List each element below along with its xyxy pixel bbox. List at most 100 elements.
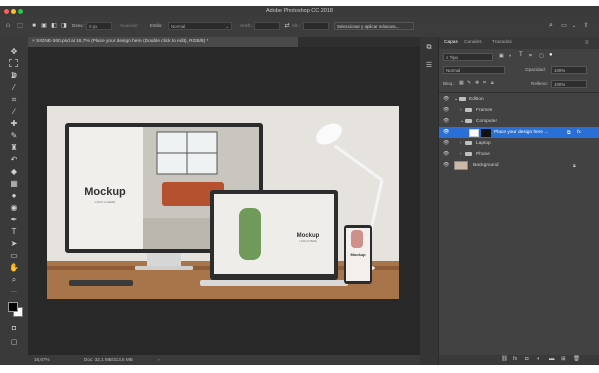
- dodge-tool-icon[interactable]: ◉: [8, 202, 20, 214]
- filter-pixel-icon[interactable]: ▣: [499, 53, 504, 59]
- feather-input[interactable]: 0 px: [86, 22, 112, 30]
- move-tool-icon[interactable]: ✥: [8, 46, 20, 58]
- intersect-selection-icon[interactable]: ◨: [60, 22, 68, 30]
- crop-tool-icon[interactable]: ⌗: [8, 94, 20, 106]
- opacity-input[interactable]: 100%: [551, 66, 587, 74]
- visibility-eye-icon[interactable]: 👁︎: [443, 96, 449, 102]
- height-input[interactable]: [303, 22, 329, 30]
- marquee-tool-icon[interactable]: ⬚: [16, 22, 24, 30]
- history-brush-icon[interactable]: ↶: [8, 154, 20, 166]
- layer-row-selected[interactable]: 👁︎ Place your design here ... ⧉ fx: [439, 127, 599, 138]
- disclosure-closed-icon[interactable]: ›: [460, 108, 462, 113]
- layer-name: Background: [473, 162, 499, 168]
- fill-input[interactable]: 100%: [551, 80, 587, 88]
- more-tools-icon[interactable]: ···: [8, 286, 20, 298]
- blur-tool-icon[interactable]: ●: [8, 190, 20, 202]
- healing-brush-icon[interactable]: ✚: [8, 118, 20, 130]
- blend-mode-select[interactable]: Normal: [443, 66, 505, 74]
- lock-label: Bloq.:: [443, 81, 455, 86]
- subtract-selection-icon[interactable]: ◧: [50, 22, 58, 30]
- panel-menu-icon[interactable]: ≡: [585, 40, 589, 46]
- select-and-mask-button[interactable]: Seleccionar y aplicar máscara...: [334, 22, 414, 30]
- link-layers-icon[interactable]: ⛓︎: [501, 356, 508, 362]
- delete-layer-icon[interactable]: 🗑︎: [573, 356, 580, 362]
- lock-all-icon[interactable]: 🔒︎: [491, 80, 494, 86]
- rectangle-tool-icon[interactable]: ▭: [8, 250, 20, 262]
- search-icon[interactable]: ⌕: [547, 22, 555, 30]
- layer-row[interactable]: 👁︎ Background 🔒︎: [439, 160, 599, 171]
- lasso-tool-icon[interactable]: ↇ: [8, 70, 20, 82]
- layer-row[interactable]: 👁︎ ⌄ Computer: [439, 116, 599, 127]
- canvas-area[interactable]: Mockup LOGO & HERE Mockup LOGO & HERE Mo…: [28, 47, 420, 355]
- lock-pixels-icon[interactable]: ✎: [467, 80, 471, 86]
- disclosure-open-icon[interactable]: ⌄: [454, 97, 458, 102]
- history-panel-icon[interactable]: ⧉: [424, 43, 434, 53]
- add-selection-icon[interactable]: ▣: [40, 22, 48, 30]
- document-canvas[interactable]: Mockup LOGO & HERE Mockup LOGO & HERE Mo…: [47, 106, 399, 299]
- disclosure-closed-icon[interactable]: ›: [460, 141, 462, 146]
- magic-wand-icon[interactable]: ⁄: [8, 82, 20, 94]
- properties-panel-icon[interactable]: ☰: [424, 61, 434, 71]
- swap-icon[interactable]: ⇄: [283, 22, 291, 30]
- zoom-level[interactable]: 16,67%: [34, 357, 50, 362]
- eraser-icon[interactable]: ◆: [8, 166, 20, 178]
- marquee-tool-icon[interactable]: [9, 59, 18, 67]
- type-tool-icon[interactable]: T: [8, 226, 20, 238]
- home-icon[interactable]: ⌂: [4, 22, 12, 30]
- tab-paths[interactable]: Trazados: [492, 40, 512, 45]
- brush-tool-icon[interactable]: ✎: [8, 130, 20, 142]
- visibility-eye-icon[interactable]: 👁︎: [443, 151, 449, 157]
- lock-transparent-icon[interactable]: ▦: [459, 80, 464, 86]
- disclosure-open-icon[interactable]: ⌄: [460, 119, 464, 124]
- clone-stamp-icon[interactable]: ♜: [8, 142, 20, 154]
- pen-tool-icon[interactable]: ✒: [8, 214, 20, 226]
- visibility-eye-icon[interactable]: 👁︎: [443, 162, 449, 168]
- add-effect-icon[interactable]: fx: [513, 356, 517, 362]
- lock-position-icon[interactable]: ✥: [475, 80, 479, 86]
- eyedropper-icon[interactable]: ∕: [8, 106, 20, 118]
- foreground-color-swatch[interactable]: [8, 302, 18, 312]
- blend-row: Normal Opacidad: 100%: [439, 65, 599, 76]
- visibility-eye-icon[interactable]: 👁︎: [443, 118, 449, 124]
- tab-channels[interactable]: Canales: [464, 40, 482, 45]
- filter-smart-object-icon[interactable]: ▢: [539, 53, 544, 59]
- disclosure-closed-icon[interactable]: ›: [460, 152, 462, 157]
- gradient-tool-icon[interactable]: ▦: [8, 178, 20, 190]
- chevron-down-icon[interactable]: ⌄: [570, 22, 578, 30]
- status-menu-arrow-icon[interactable]: ›: [158, 357, 160, 362]
- screen-mode-icon[interactable]: ▢: [8, 337, 20, 349]
- layer-row[interactable]: 👁︎ ⌄ Edition: [439, 94, 599, 105]
- filter-adjustment-icon[interactable]: ◐: [509, 53, 512, 59]
- new-selection-icon[interactable]: ■: [30, 22, 38, 30]
- layer-effects-icon[interactable]: fx: [577, 130, 581, 135]
- quick-mask-icon[interactable]: ◘: [8, 323, 20, 335]
- antialias-checkbox[interactable]: Suavizar: [120, 23, 138, 28]
- add-mask-icon[interactable]: ◘: [525, 356, 528, 362]
- lock-artboard-icon[interactable]: ⌗: [483, 80, 486, 86]
- phone-mockup-title: Mockup: [350, 252, 366, 257]
- layer-row[interactable]: 👁︎ › Phone: [439, 149, 599, 160]
- visibility-eye-icon[interactable]: 👁︎: [443, 129, 449, 135]
- style-select[interactable]: Normal ⌄: [168, 22, 232, 30]
- adjustment-layer-icon[interactable]: ◐: [537, 356, 540, 362]
- visibility-eye-icon[interactable]: 👁︎: [443, 140, 449, 146]
- document-tab[interactable]: × SIGNE-360.psd al 16,7% (Place your des…: [28, 37, 298, 47]
- hand-tool-icon[interactable]: ✋: [8, 262, 20, 274]
- share-icon[interactable]: ⇧: [582, 22, 590, 30]
- filter-toggle-icon[interactable]: ●: [549, 52, 553, 58]
- filter-type-icon[interactable]: T: [519, 52, 523, 58]
- new-layer-icon[interactable]: ⊞: [561, 356, 566, 362]
- workspace-icon[interactable]: ▭: [560, 22, 568, 30]
- filter-shape-icon[interactable]: ⌗: [529, 53, 532, 59]
- layer-row[interactable]: 👁︎ › Laptop: [439, 138, 599, 149]
- layer-row[interactable]: 👁︎ › Frames: [439, 105, 599, 116]
- new-group-icon[interactable]: ▬: [549, 356, 555, 362]
- width-input[interactable]: [254, 22, 280, 30]
- tab-layers[interactable]: Capas: [444, 40, 458, 45]
- zoom-tool-icon[interactable]: ⌕: [8, 274, 20, 286]
- document-size: Doc: 32,1 MB/313,5 MB: [84, 357, 133, 362]
- path-selection-icon[interactable]: ➤: [8, 238, 20, 250]
- layer-kind-select[interactable]: ⌕ Tipo: [443, 53, 493, 61]
- visibility-eye-icon[interactable]: 👁︎: [443, 107, 449, 113]
- layer-thumbnail: [469, 128, 479, 137]
